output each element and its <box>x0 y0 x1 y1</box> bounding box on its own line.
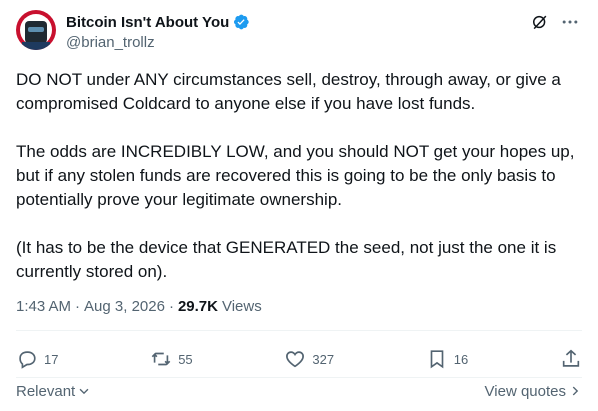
view-quotes-label: View quotes <box>484 382 566 400</box>
bookmark-button[interactable]: 16 <box>426 348 468 370</box>
reply-icon <box>19 351 36 369</box>
sort-label: Relevant <box>16 382 76 400</box>
action-bar: 17 55 327 16 <box>16 340 582 378</box>
share-button[interactable] <box>560 348 582 370</box>
post-paragraph-3: (It has to be the device that GENERATED … <box>16 238 557 281</box>
post-date[interactable]: Aug 3, 2026 <box>84 298 165 315</box>
bookmark-count: 16 <box>453 351 469 367</box>
post-time[interactable]: 1:43 AM <box>16 298 71 315</box>
heart-icon <box>286 351 305 368</box>
sort-dropdown[interactable]: Relevant <box>16 383 91 400</box>
post-text: DO NOT under ANY circumstances sell, des… <box>16 68 582 284</box>
like-count: 327 <box>312 351 335 367</box>
top-actions <box>530 12 580 32</box>
chevron-down-icon <box>79 388 89 395</box>
like-button[interactable]: 327 <box>284 348 334 370</box>
repost-icon <box>151 352 171 366</box>
avatar-base <box>22 42 50 50</box>
replies-footer: Relevant View quotes <box>16 380 582 402</box>
divider <box>16 377 582 378</box>
share-icon <box>562 349 580 367</box>
post-paragraph-1: DO NOT under ANY circumstances sell, des… <box>16 70 561 113</box>
grok-icon[interactable] <box>530 12 550 32</box>
verified-badge-icon[interactable] <box>232 13 250 31</box>
meta-separator: · <box>75 298 81 315</box>
views-count: 29.7K <box>177 298 218 315</box>
repost-button[interactable]: 55 <box>150 348 193 370</box>
view-quotes-link[interactable]: View quotes <box>485 383 582 400</box>
chevron-right-icon <box>572 386 579 396</box>
more-options-icon[interactable] <box>560 12 580 32</box>
repost-count: 55 <box>178 351 193 367</box>
display-name[interactable]: Bitcoin Isn't About You <box>66 14 229 31</box>
views-label: Views <box>221 298 262 315</box>
post-paragraph-2: The odds are INCREDIBLY LOW, and you sho… <box>16 142 575 209</box>
reply-count: 17 <box>44 351 59 367</box>
meta-separator: · <box>168 298 174 315</box>
divider <box>16 330 582 331</box>
post-metadata: 1:43 AM · Aug 3, 2026 · 29.7K Views <box>16 298 262 315</box>
bookmark-icon <box>430 350 444 369</box>
avatar[interactable] <box>16 10 56 50</box>
avatar-visor <box>28 27 44 32</box>
post-header: Bitcoin Isn't About You @brian_trollz <box>16 10 582 54</box>
author-handle[interactable]: @brian_trollz <box>66 34 250 51</box>
reply-button[interactable]: 17 <box>16 348 58 370</box>
author-info: Bitcoin Isn't About You @brian_trollz <box>66 12 250 51</box>
